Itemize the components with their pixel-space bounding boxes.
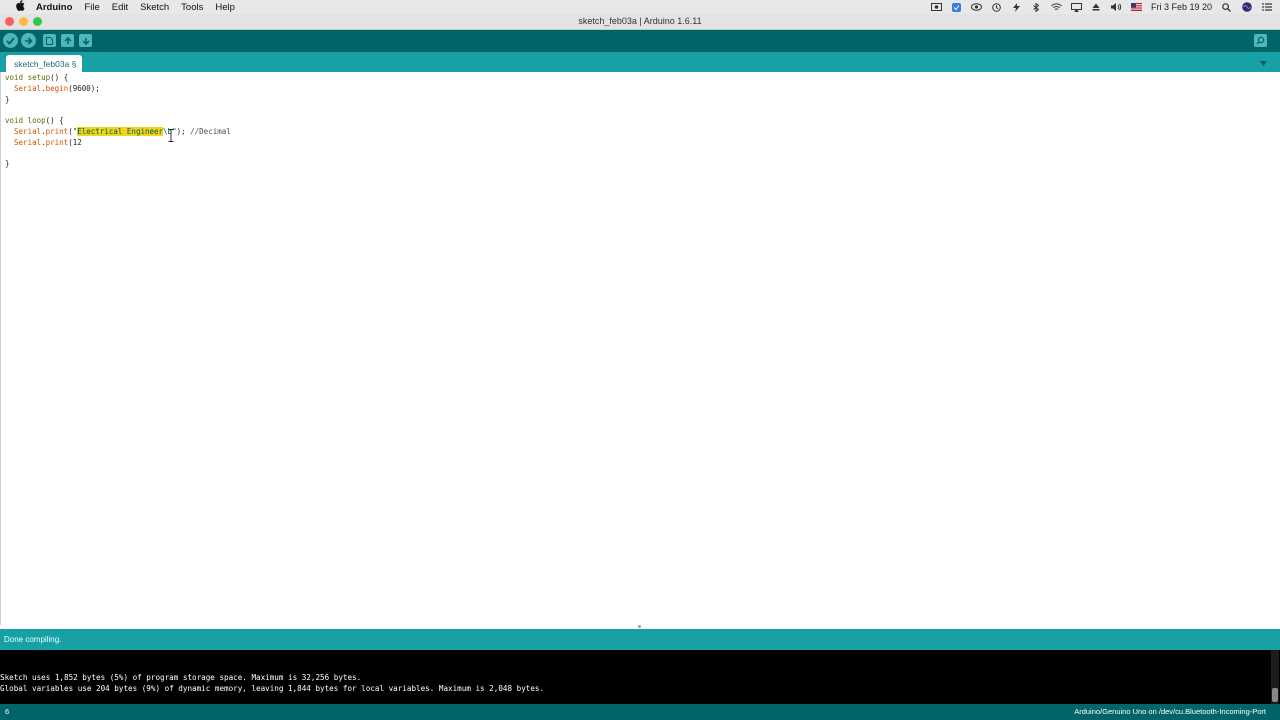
splitter-handle[interactable] <box>638 625 641 628</box>
volume-icon[interactable] <box>1110 3 1122 12</box>
new-file-icon <box>46 36 53 45</box>
notification-center-icon[interactable] <box>1261 3 1272 12</box>
console-line-program-storage: Sketch uses 1,852 bytes (5%) of program … <box>0 673 362 682</box>
code-editor[interactable]: void setup() { Serial.begin(9600); } voi… <box>0 72 1280 625</box>
token-method: print <box>45 138 69 147</box>
menu-tools[interactable]: Tools <box>181 2 203 13</box>
screen-recorder-icon[interactable] <box>930 3 942 12</box>
app-status-icon[interactable] <box>951 2 962 12</box>
menu-edit[interactable]: Edit <box>112 2 128 13</box>
menubar-clock[interactable]: Fri 3 Feb 19 20 <box>1151 2 1212 12</box>
token-keyword: void <box>5 116 24 125</box>
board-port-info: Arduino/Genuino Uno on /dev/cu.Bluetooth… <box>1074 707 1266 716</box>
token-punct: () { <box>50 73 69 82</box>
token-object: Serial <box>5 138 42 147</box>
menu-arduino[interactable]: Arduino <box>36 2 72 13</box>
arrow-right-icon <box>24 36 33 45</box>
checkmark-icon <box>6 36 15 45</box>
arrow-up-icon <box>63 36 72 45</box>
tab-sketch-feb03a[interactable]: sketch_feb03a § <box>6 55 82 72</box>
sketch-tab-strip: sketch_feb03a § <box>0 52 1280 72</box>
us-flag-icon[interactable] <box>1130 3 1142 12</box>
code-line-2: Serial.begin(9600); <box>5 83 100 94</box>
siri-icon[interactable] <box>1241 2 1252 12</box>
airplay-icon[interactable] <box>1070 2 1082 12</box>
token-punct: } <box>5 159 10 168</box>
spotlight-search-icon[interactable] <box>1221 2 1232 12</box>
footer-bar: 6 Arduino/Genuino Uno on /dev/cu.Bluetoo… <box>0 704 1280 720</box>
tab-menu-button[interactable] <box>1258 57 1268 67</box>
arduino-toolbar <box>0 30 1280 52</box>
time-machine-icon[interactable] <box>991 2 1002 12</box>
power-bolt-icon[interactable] <box>1011 2 1022 12</box>
code-line-1: void setup() { <box>5 72 68 83</box>
selected-text-highlight[interactable]: Electrical Engineer <box>77 127 164 136</box>
token-method: begin <box>45 84 69 93</box>
window-titlebar: sketch_feb03a | Arduino 1.6.11 <box>0 14 1280 30</box>
code-line-6: Serial.print("Electrical Engineer\b"); /… <box>5 126 231 137</box>
apple-logo-icon[interactable] <box>12 0 28 14</box>
eject-icon[interactable] <box>1091 3 1102 12</box>
token-comment: //Decimal <box>190 127 231 136</box>
verify-button[interactable] <box>3 33 18 48</box>
menubar-status-area: Fri 3 Feb 19 20 <box>930 0 1272 14</box>
token-method: print <box>45 127 69 136</box>
text-cursor-icon <box>168 129 174 142</box>
code-line-9: } <box>5 158 10 169</box>
token-args: (12 <box>68 138 82 147</box>
triangle-down-icon <box>1259 53 1267 71</box>
console-line-dynamic-memory: Global variables use 204 bytes (9%) of d… <box>0 684 545 693</box>
status-message: Done compiling. <box>4 635 62 644</box>
open-sketch-button[interactable] <box>61 34 74 47</box>
bluetooth-icon[interactable] <box>1031 2 1042 12</box>
eye-icon[interactable] <box>970 3 982 12</box>
token-args: (9600); <box>68 84 100 93</box>
serial-monitor-button[interactable] <box>1254 34 1267 47</box>
menu-file[interactable]: File <box>84 2 99 13</box>
token-function: loop <box>23 116 46 125</box>
code-line-5: void loop() { <box>5 115 64 126</box>
token-function: setup <box>23 73 51 82</box>
console-scrollbar-thumb[interactable] <box>1272 688 1278 702</box>
menu-sketch[interactable]: Sketch <box>140 2 169 13</box>
token-object: Serial <box>5 127 42 136</box>
token-object: Serial <box>5 84 42 93</box>
new-sketch-button[interactable] <box>43 34 56 47</box>
upload-button[interactable] <box>21 33 36 48</box>
console-scrollbar[interactable] <box>1271 650 1279 704</box>
menu-help[interactable]: Help <box>215 2 235 13</box>
cursor-line-number: 6 <box>5 707 10 716</box>
token-punct: ); <box>176 127 191 136</box>
status-bar: Done compiling. <box>0 629 1280 650</box>
token-punct: () { <box>45 116 64 125</box>
arrow-down-icon <box>81 37 90 45</box>
token-keyword: void <box>5 73 24 82</box>
save-sketch-button[interactable] <box>79 34 92 47</box>
magnifier-icon <box>1256 36 1265 45</box>
token-punct: } <box>5 95 10 104</box>
output-console[interactable]: Sketch uses 1,852 bytes (5%) of program … <box>0 650 1280 704</box>
code-line-7: Serial.print(12 <box>5 137 82 148</box>
code-line-3: } <box>5 94 10 105</box>
macos-menubar: Arduino File Edit Sketch Tools Help Fri … <box>0 0 1280 14</box>
window-title: sketch_feb03a | Arduino 1.6.11 <box>578 16 702 26</box>
wifi-icon[interactable] <box>1051 3 1062 12</box>
